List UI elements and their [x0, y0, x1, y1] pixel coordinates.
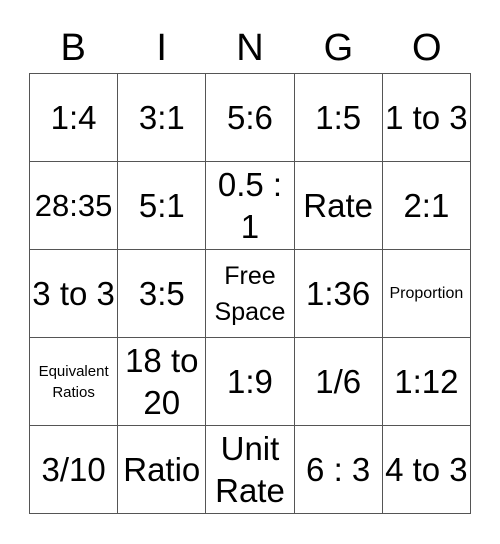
bingo-cell[interactable]: 1/6 — [293, 337, 383, 426]
header-letter: N — [236, 27, 264, 69]
bingo-cell[interactable]: 3:1 — [117, 73, 207, 162]
bingo-row: 3 to 3 3:5 Free Space 1:36 Proportion — [28, 249, 472, 338]
bingo-cell[interactable]: 1:4 — [28, 73, 119, 162]
bingo-cell[interactable]: 1:9 — [205, 337, 295, 426]
bingo-cell[interactable]: 4 to 3 — [381, 425, 472, 514]
bingo-row: 3/10 Ratio Unit Rate 6 : 34 to 3 — [28, 425, 472, 514]
header-letter: O — [412, 27, 442, 69]
header-letter: B — [60, 27, 86, 69]
bingo-cell[interactable]: 5:1 — [117, 161, 207, 250]
bingo-row: 28:35 5:1 0.5 : 1 Rate 2:1 — [28, 161, 472, 250]
bingo-cell[interactable]: 2:1 — [381, 161, 472, 250]
bingo-row: Equivalent Ratios 18 to 20 1:9 1/6 1:12 — [28, 337, 472, 426]
bingo-cell[interactable]: 1:36 — [293, 249, 383, 338]
bingo-cell[interactable]: 1:5 — [293, 73, 383, 162]
bingo-cell[interactable]: Proportion — [381, 249, 472, 338]
bingo-cell[interactable]: 3/10 — [28, 425, 119, 514]
bingo-cell[interactable]: 0.5 : 1 — [205, 161, 295, 250]
bingo-cell[interactable]: 3 to 3 — [28, 249, 119, 338]
bingo-cell[interactable]: Free Space — [205, 249, 295, 338]
bingo-cell[interactable]: 1:12 — [381, 337, 472, 426]
bingo-header: B I N G O — [29, 24, 471, 72]
header-letter: G — [323, 27, 354, 69]
bingo-cell[interactable]: 1 to 3 — [381, 73, 472, 162]
bingo-row: 1:4 3:1 5:6 1:5 1 to 3 — [28, 73, 472, 162]
bingo-cell[interactable]: 18 to 20 — [117, 337, 207, 426]
bingo-cell[interactable]: 5:6 — [205, 73, 295, 162]
bingo-cell[interactable]: Unit Rate — [205, 425, 295, 514]
header-letter: I — [156, 27, 167, 69]
bingo-cell[interactable]: 6 : 3 — [293, 425, 383, 514]
bingo-cell[interactable]: 3:5 — [117, 249, 207, 338]
bingo-cell[interactable]: Ratio — [117, 425, 207, 514]
bingo-grid: 1:4 3:1 5:6 1:5 1 to 3 28:35 5:1 0.5 : 1 Rate 2:1… — [28, 73, 472, 514]
bingo-cell[interactable]: 28:35 — [28, 161, 119, 250]
bingo-cell[interactable]: Equivalent Ratios — [28, 337, 119, 426]
bingo-cell[interactable]: Rate — [293, 161, 383, 250]
